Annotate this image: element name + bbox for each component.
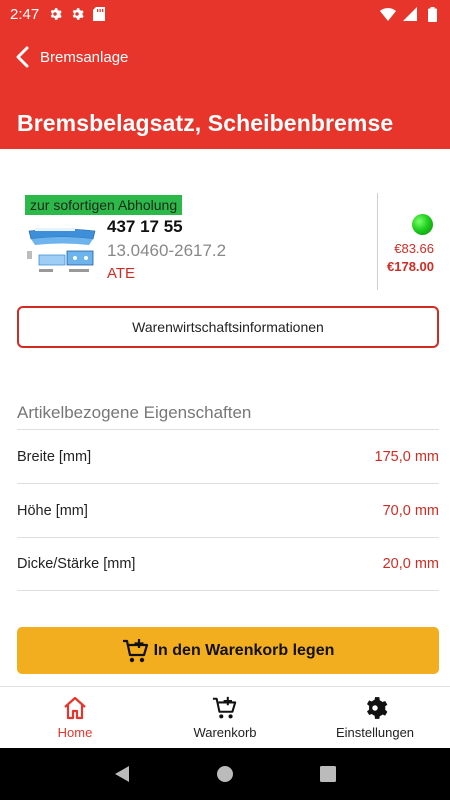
property-row: Höhe [mm] 70,0 mm: [17, 483, 439, 537]
back-label: Bremsanlage: [40, 48, 129, 66]
property-row: Breite [mm] 175,0 mm: [17, 429, 439, 483]
bottom-navigation: Home Warenkorb Einstellungen: [0, 686, 450, 748]
nav-home[interactable]: Home: [0, 687, 150, 748]
stock-status-indicator: [412, 214, 433, 235]
nav-label: Warenkorb: [193, 725, 257, 740]
article-reference: 13.0460-2617.2: [107, 241, 227, 260]
price-net: €83.66: [394, 241, 434, 256]
home-icon: [62, 695, 88, 721]
properties-title: Artikelbezogene Eigenschaften: [17, 403, 252, 422]
battery-icon: [424, 6, 440, 22]
price-gross: €178.00: [387, 259, 434, 274]
properties-list: Breite [mm] 175,0 mm Höhe [mm] 70,0 mm D…: [17, 429, 439, 591]
gear-icon: [69, 6, 85, 22]
nav-cart[interactable]: Warenkorb: [150, 687, 300, 748]
article-brand: ATE: [107, 265, 136, 282]
property-label: Dicke/Stärke [mm]: [17, 556, 136, 572]
system-navigation: [0, 748, 450, 800]
article-card[interactable]: zur sofortigen Abholung 437 17 55 13.046…: [0, 193, 450, 291]
add-to-cart-label: In den Warenkorb legen: [153, 641, 335, 659]
pickup-badge: zur sofortigen Abholung: [25, 195, 183, 215]
property-value: 70,0 mm: [382, 502, 439, 519]
gear-icon: [47, 6, 63, 22]
article-number: 437 17 55: [107, 217, 183, 236]
sd-card-icon: [91, 6, 107, 22]
property-value: 20,0 mm: [382, 556, 439, 572]
property-row: Dicke/Stärke [mm] 20,0 mm: [17, 537, 439, 591]
back-button[interactable]: Bremsanlage: [14, 46, 128, 68]
status-bar: 2:47: [0, 0, 450, 28]
nav-settings[interactable]: Einstellungen: [300, 687, 450, 748]
page-title: Bremsbelagsatz, Scheibenbremse: [17, 110, 394, 136]
inventory-info-button[interactable]: Warenwirtschaftsinformationen: [17, 306, 439, 348]
gear-icon: [362, 695, 388, 721]
property-label: Breite [mm]: [17, 448, 92, 465]
cart-icon: [212, 695, 238, 721]
chevron-left-icon: [14, 46, 32, 68]
status-time: 2:47: [10, 5, 40, 23]
add-to-cart-button[interactable]: In den Warenkorb legen: [17, 627, 439, 674]
home-circle-icon[interactable]: [215, 764, 235, 784]
divider: [377, 193, 378, 290]
property-value: 175,0 mm: [374, 448, 439, 465]
status-notification-icons: [47, 6, 107, 22]
nav-label: Einstellungen: [335, 725, 415, 740]
back-triangle-icon[interactable]: [112, 764, 132, 784]
property-label: Höhe [mm]: [17, 502, 88, 519]
cart-icon: [122, 637, 150, 665]
nav-label: Home: [57, 725, 93, 740]
app-header: Bremsanlage Bremsbelagsatz, Scheibenbrem…: [0, 28, 450, 149]
wifi-icon: [380, 6, 396, 22]
recents-square-icon[interactable]: [318, 764, 338, 784]
brake-pad-thumbnail: [25, 225, 99, 279]
status-system-icons: [380, 6, 440, 22]
signal-icon: [402, 6, 418, 22]
